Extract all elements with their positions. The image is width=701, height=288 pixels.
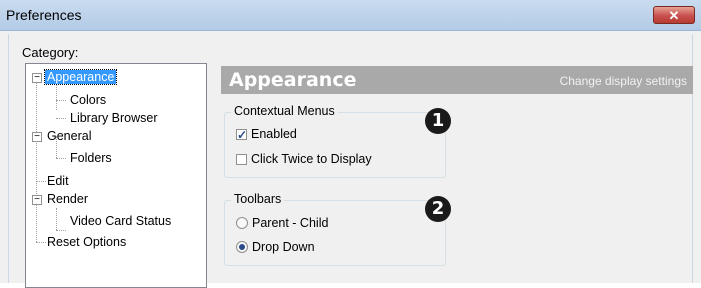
tree-item-library-browser[interactable]: Library Browser bbox=[68, 109, 160, 127]
close-icon: ✕ bbox=[668, 8, 680, 23]
tree-item-label: Reset Options bbox=[47, 235, 127, 249]
tree-connector bbox=[56, 118, 66, 119]
tree-item-label: Appearance bbox=[43, 69, 118, 85]
tree-connector bbox=[56, 82, 57, 110]
panel-subtitle: Change display settings bbox=[559, 74, 687, 88]
panel-title: Appearance bbox=[229, 69, 357, 91]
collapse-icon[interactable]: − bbox=[32, 195, 42, 205]
parent-child-radio[interactable]: Parent - Child bbox=[236, 214, 328, 232]
preferences-window: Preferences ✕ Category: − Appearance Col… bbox=[0, 0, 701, 288]
drop-down-label: Drop Down bbox=[252, 240, 315, 254]
tree-item-label: Folders bbox=[70, 151, 112, 165]
tree-item-folders[interactable]: Folders bbox=[68, 149, 114, 167]
tree-item-video-card-status[interactable]: Video Card Status bbox=[68, 212, 173, 230]
collapse-icon[interactable]: − bbox=[32, 132, 42, 142]
tree-connector bbox=[56, 100, 66, 101]
parent-child-label: Parent - Child bbox=[252, 216, 329, 230]
callout-1: 1 bbox=[425, 108, 451, 134]
collapse-icon[interactable]: − bbox=[32, 73, 42, 83]
tree-connector bbox=[56, 230, 66, 231]
category-tree[interactable]: − Appearance Colors Library Browser − Ge… bbox=[25, 63, 207, 288]
enabled-checkbox[interactable]: Enabled bbox=[236, 125, 297, 144]
checkbox-checked-icon[interactable] bbox=[236, 126, 247, 144]
click-twice-label: Click Twice to Display bbox=[251, 152, 372, 166]
radio-unselected-icon[interactable] bbox=[236, 217, 248, 229]
title-bar[interactable]: Preferences ✕ bbox=[0, 0, 701, 31]
callout-2: 2 bbox=[425, 196, 451, 222]
contextual-menus-legend: Contextual Menus bbox=[231, 104, 338, 118]
tree-connector bbox=[56, 208, 57, 230]
close-button[interactable]: ✕ bbox=[653, 6, 695, 24]
drop-down-radio[interactable]: Drop Down bbox=[236, 238, 315, 256]
tree-connector bbox=[56, 158, 66, 159]
checkbox-unchecked-icon[interactable] bbox=[236, 154, 247, 165]
contextual-menus-group: Contextual Menus Enabled Click Twice to … bbox=[224, 104, 446, 178]
tree-item-label: Library Browser bbox=[70, 111, 158, 125]
window-title: Preferences bbox=[6, 7, 82, 23]
toolbars-group: Toolbars Parent - Child Drop Down bbox=[224, 192, 446, 266]
tree-item-render[interactable]: Render bbox=[45, 190, 90, 208]
category-label: Category: bbox=[22, 45, 79, 60]
tree-item-label: Edit bbox=[47, 174, 69, 188]
radio-selected-icon[interactable] bbox=[236, 241, 248, 253]
tree-item-general[interactable]: General bbox=[45, 127, 93, 145]
toolbars-legend: Toolbars bbox=[231, 192, 285, 206]
tree-connector bbox=[36, 78, 37, 242]
tree-item-reset-options[interactable]: Reset Options bbox=[45, 233, 128, 251]
tree-item-label: General bbox=[47, 129, 92, 143]
tree-item-label: Colors bbox=[70, 93, 107, 107]
tree-item-edit[interactable]: Edit bbox=[45, 172, 71, 190]
click-twice-checkbox[interactable]: Click Twice to Display bbox=[236, 150, 372, 168]
panel-header: Appearance Change display settings bbox=[221, 66, 693, 94]
enabled-label: Enabled bbox=[251, 127, 297, 141]
tree-item-label: Render bbox=[47, 192, 88, 206]
tree-item-colors[interactable]: Colors bbox=[68, 91, 108, 109]
tree-item-appearance[interactable]: Appearance bbox=[43, 68, 118, 86]
tree-item-label: Video Card Status bbox=[70, 214, 172, 228]
